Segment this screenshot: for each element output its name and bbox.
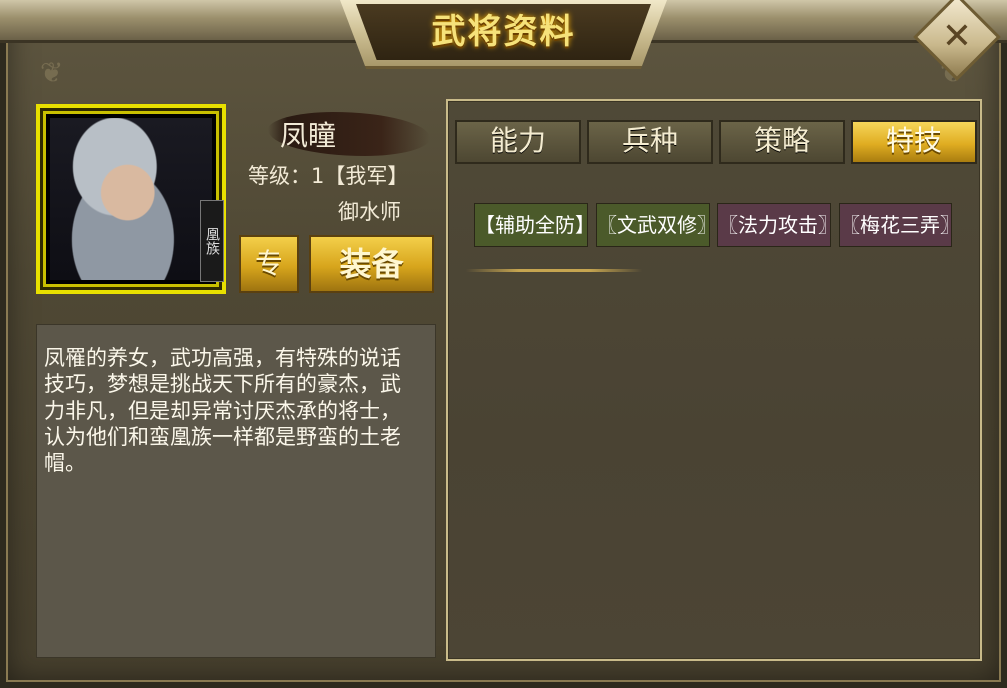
hero-unit-type: 御水师 (338, 200, 401, 224)
close-x-icon[interactable]: ✕ (926, 6, 988, 68)
section-divider (466, 269, 642, 272)
portrait-clan-tag: 凰族 (200, 200, 224, 282)
skill-item[interactable]: 【辅助全防】 (474, 203, 595, 247)
hero-name: 凤瞳 (280, 119, 337, 152)
hero-portrait (50, 118, 212, 280)
tab-troop-type[interactable]: 兵种 (587, 120, 713, 164)
exclusive-button[interactable]: 专 (239, 235, 299, 293)
skill-item[interactable]: 〖文武双修〗 (596, 203, 717, 247)
detail-panel (446, 99, 982, 661)
description-box: 凤罹的养女，武功高强，有特殊的说话技巧，梦想是挑战天下所有的豪杰，武力非凡，但是… (36, 324, 436, 658)
hero-description: 凤罹的养女，武功高强，有特殊的说话技巧，梦想是挑战天下所有的豪杰，武力非凡，但是… (44, 346, 401, 475)
corner-ornament-icon: ❦ (40, 56, 64, 89)
skill-item[interactable]: 〖梅花三弄〗 (839, 203, 960, 247)
tab-ability[interactable]: 能力 (455, 120, 581, 164)
tab-special-skill[interactable]: 特技 (851, 120, 977, 164)
hero-level: 等级：1【我军】 (248, 164, 409, 188)
window-title: 武将资料 (431, 12, 576, 52)
equipment-button[interactable]: 装备 (309, 235, 434, 293)
skill-item[interactable]: 〖法力攻击〗 (717, 203, 838, 247)
tab-strategy[interactable]: 策略 (719, 120, 845, 164)
